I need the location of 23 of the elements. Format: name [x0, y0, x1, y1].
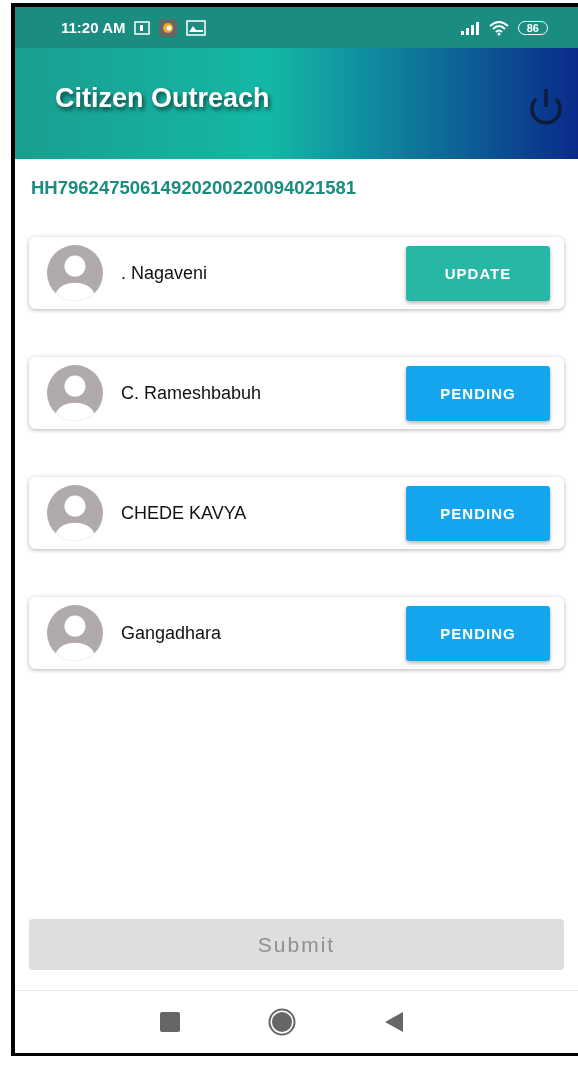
status-time: 11:20 AM	[61, 19, 126, 36]
avatar-icon	[47, 485, 103, 541]
avatar-icon	[47, 365, 103, 421]
recents-icon[interactable]	[159, 1012, 180, 1032]
status-button[interactable]: UPDATE	[406, 245, 550, 301]
status-button[interactable]: PENDING	[406, 485, 550, 541]
image-notification-icon	[186, 19, 207, 36]
avatar-icon	[47, 245, 103, 301]
back-icon[interactable]	[383, 1011, 404, 1033]
wifi-icon	[488, 19, 509, 36]
calendar-icon	[134, 20, 151, 35]
avatar-icon	[47, 605, 103, 661]
status-button[interactable]: PENDING	[406, 605, 550, 661]
signal-icon	[459, 20, 480, 35]
status-button[interactable]: PENDING	[406, 365, 550, 421]
home-icon[interactable]	[267, 1008, 296, 1036]
app-title: Citizen Outreach	[55, 83, 271, 114]
member-name: . Nagaveni	[121, 262, 209, 284]
app-notification-icon	[159, 18, 178, 37]
household-id: HH79624750614920200220094021581	[31, 177, 358, 199]
member-name: C. Rameshbabuh	[121, 382, 263, 404]
member-name: Gangadhara	[121, 622, 223, 644]
member-name: CHEDE KAVYA	[121, 502, 248, 524]
